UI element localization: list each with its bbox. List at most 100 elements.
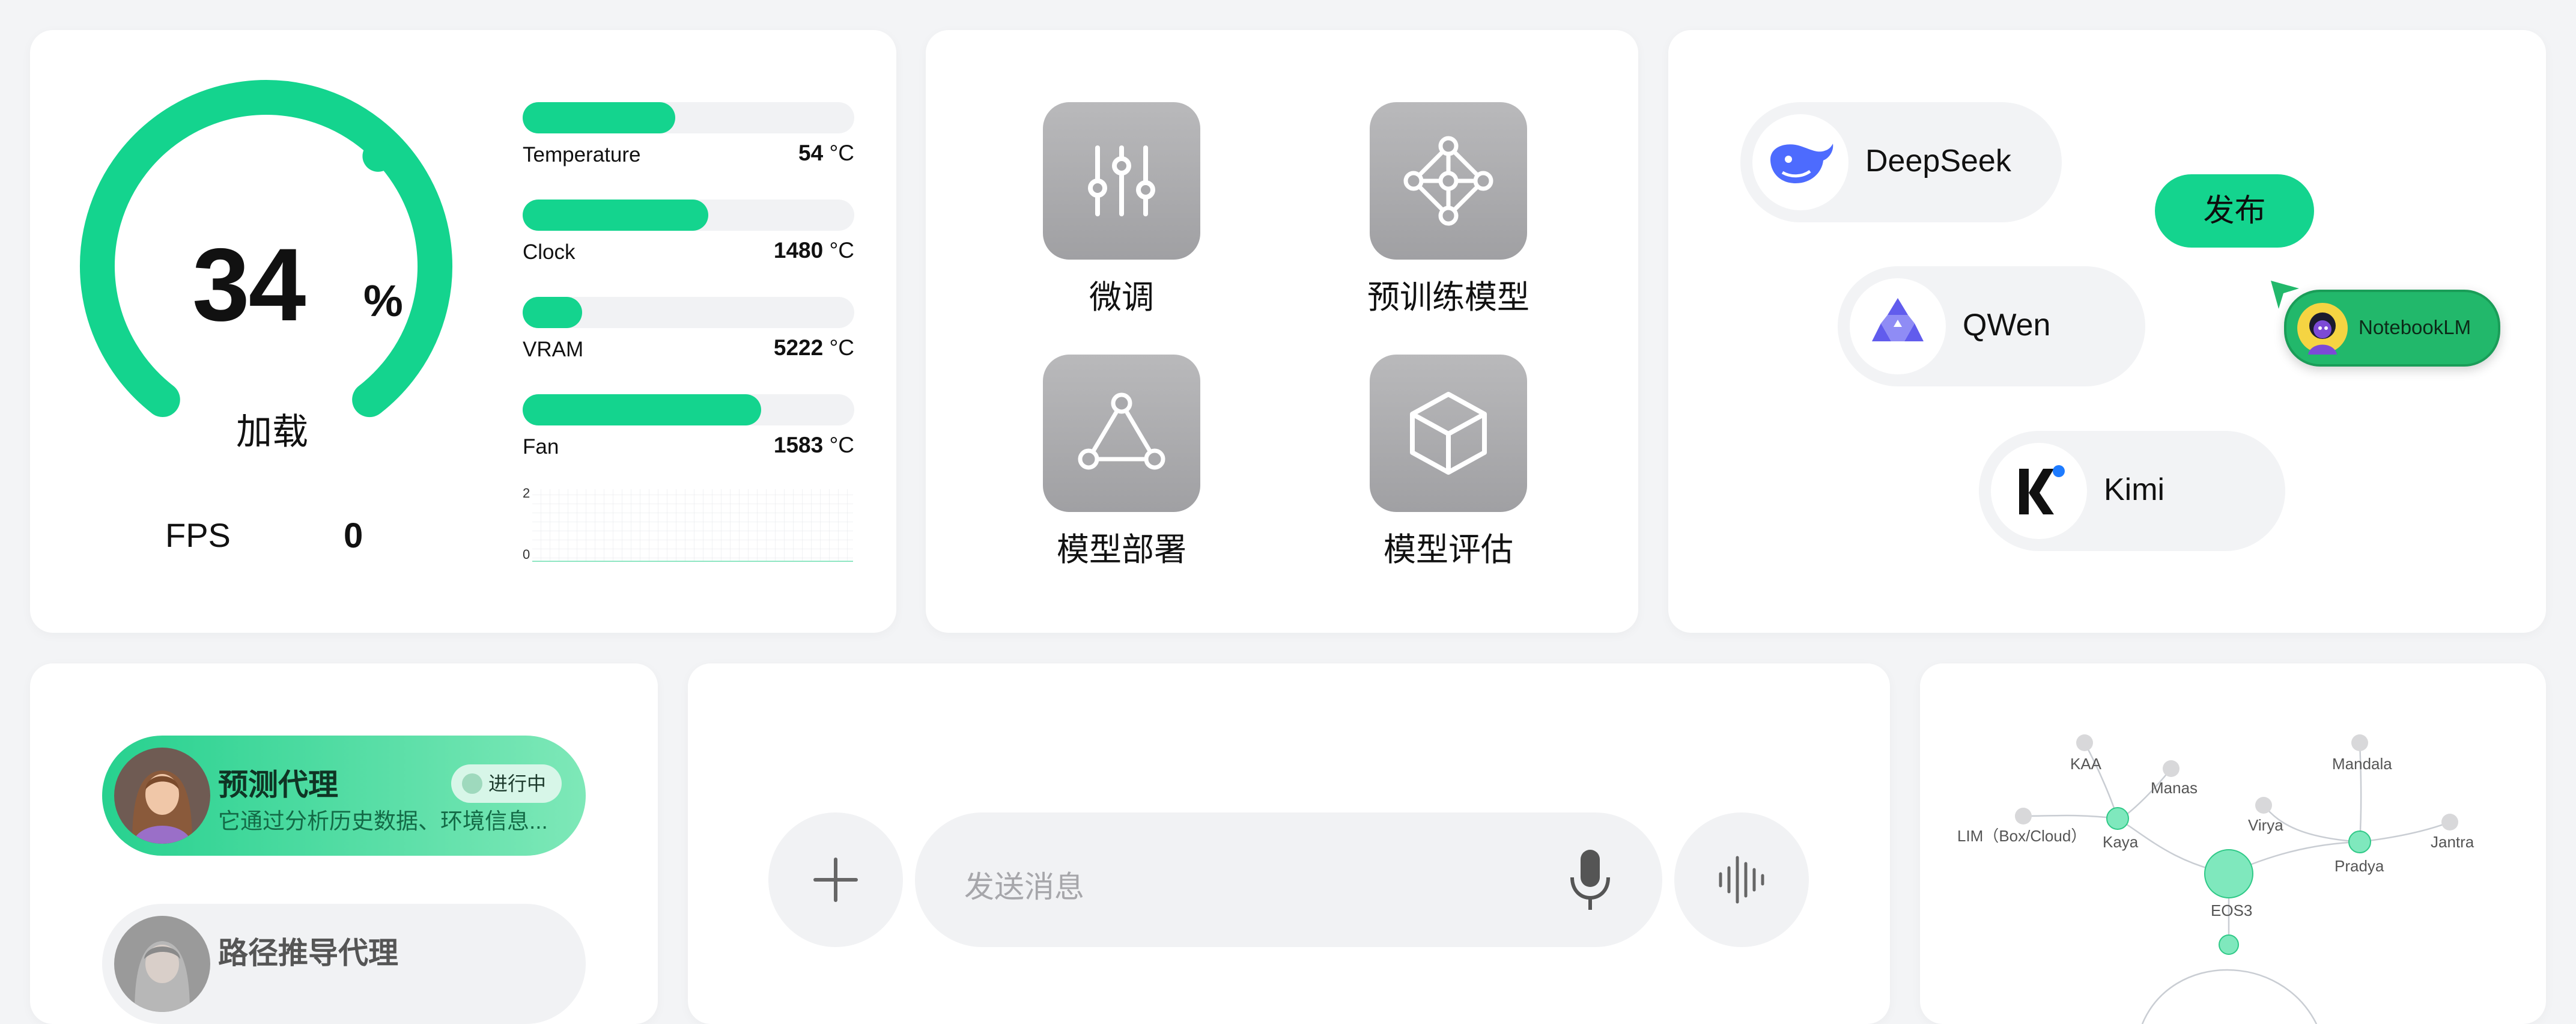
add-attachment-button[interactable] (768, 812, 903, 947)
metric-number: 54 (798, 141, 824, 165)
load-percentage-value: 34 (192, 227, 306, 343)
graph-node-active[interactable] (2219, 934, 2239, 955)
load-percentage-unit: % (363, 276, 403, 326)
graph-node-label: Manas (2151, 779, 2198, 797)
metric-name: Temperature (523, 143, 641, 166)
metric-temperature: Temperature 54 °C (523, 102, 854, 166)
tool-tile[interactable] (1043, 102, 1200, 260)
agent-item-prediction[interactable]: 预测代理 它通过分析历史数据、环境信息... 进行中 (102, 736, 586, 856)
tool-label: 模型部署 (1057, 532, 1186, 568)
message-input[interactable]: 发送消息 (915, 812, 1662, 947)
tool-tile[interactable] (1370, 355, 1527, 512)
tool-pretrained-model[interactable]: 预训练模型 (1349, 102, 1548, 318)
graph-node-label: Pradya (2334, 857, 2384, 875)
graph-node-label: LIM（Box/Cloud） (1957, 827, 2086, 845)
status-dot-icon (461, 773, 482, 794)
tool-fine-tune[interactable]: 微调 (1022, 102, 1221, 318)
graph-node[interactable] (2351, 734, 2368, 751)
agents-card: 预测代理 它通过分析历史数据、环境信息... 进行中 路径推导代理 (30, 663, 658, 1024)
model-deepseek[interactable]: DeepSeek (1740, 102, 2062, 222)
tool-label: 预训练模型 (1367, 279, 1530, 315)
tool-model-deploy[interactable]: 模型部署 (1022, 355, 1221, 570)
metric-track (523, 200, 854, 231)
graph-node-label: Kaya (2103, 833, 2139, 851)
metric-number: 1480 (773, 238, 824, 263)
metric-value: 1480 °C (774, 238, 854, 263)
model-name: QWen (1963, 308, 2051, 343)
metric-name: Clock (523, 240, 576, 264)
status-badge: 进行中 (451, 764, 562, 803)
models-card: DeepSeek QWen Kimi 发布 NotebookLM (1668, 30, 2546, 633)
metric-value: 5222 °C (774, 335, 854, 361)
fps-mini-chart: 2 0 (523, 486, 854, 567)
metric-track (523, 102, 854, 133)
graph-node-active[interactable] (2106, 807, 2129, 830)
tool-tile[interactable] (1043, 355, 1200, 512)
agent-avatar (114, 748, 210, 844)
publish-button[interactable]: 发布 (2155, 174, 2314, 248)
load-label: 加载 (236, 412, 308, 452)
metric-unit: °C (829, 141, 854, 165)
graph-node-label: EOS3 (2211, 901, 2252, 919)
model-qwen[interactable]: QWen (1838, 266, 2145, 386)
kimi-icon (1991, 443, 2087, 539)
microphone-icon[interactable] (1567, 847, 1613, 913)
metric-track (523, 394, 854, 425)
metric-value: 1583 °C (774, 433, 854, 458)
metric-track (523, 297, 854, 328)
knowledge-graph-card: KAA Manas LIM（Box/Cloud） Kaya Virya Mand… (1920, 663, 2546, 1024)
load-gauge-handle[interactable] (362, 140, 394, 172)
system-monitor-card: 34 % 加载 FPS 0 Temperature 54 °C Clock 14… (30, 30, 896, 633)
metric-bar-fill (523, 297, 583, 328)
model-notebooklm-dragging[interactable]: NotebookLM (2284, 290, 2500, 367)
model-name: NotebookLM (2359, 316, 2471, 338)
graph-node-label: KAA (2070, 755, 2102, 773)
qwen-icon (1850, 278, 1946, 374)
metric-number: 5222 (773, 335, 824, 360)
network-icon (1403, 136, 1493, 226)
mini-chart-grid (532, 489, 853, 562)
metric-fan: Fan 1583 °C (523, 394, 854, 459)
graph-node-label: Jantra (2431, 833, 2474, 851)
metric-value: 54 °C (798, 141, 854, 166)
metric-bar-fill (523, 394, 762, 425)
graph-node-label: Mandala (2332, 755, 2392, 773)
metric-name: Fan (523, 435, 559, 459)
agent-title: 预测代理 (218, 768, 338, 802)
graph-node-main[interactable] (2204, 849, 2253, 898)
metric-bar-fill (523, 102, 675, 133)
tools-card: 微调 预训练模型 模型部署 模型评估 (926, 30, 1638, 633)
knowledge-graph: KAA Manas LIM（Box/Cloud） Kaya Virya Mand… (1957, 734, 2474, 1024)
deepseek-whale-icon (1752, 114, 1848, 210)
graph-node[interactable] (2255, 797, 2272, 814)
metric-unit: °C (829, 335, 854, 360)
chat-card: 发送消息 (688, 663, 1890, 1024)
tool-label: 模型评估 (1384, 532, 1513, 568)
graph-node-label: Virya (2248, 816, 2283, 834)
metric-vram: VRAM 5222 °C (523, 297, 854, 361)
metric-bar-fill (523, 200, 709, 231)
message-input-placeholder: 发送消息 (964, 870, 1084, 904)
tool-model-evaluate[interactable]: 模型评估 (1349, 355, 1548, 570)
agent-description: 它通过分析历史数据、环境信息... (218, 809, 548, 834)
mini-chart-tick: 0 (523, 547, 530, 562)
agent-item-path[interactable]: 路径推导代理 (102, 904, 586, 1024)
metric-clock: Clock 1480 °C (523, 200, 854, 264)
tool-tile[interactable] (1370, 102, 1527, 260)
graph-node[interactable] (2441, 814, 2458, 830)
agent-title: 路径推导代理 (218, 936, 398, 970)
agent-avatar (114, 916, 210, 1012)
fps-label: FPS (165, 516, 231, 554)
graph-node[interactable] (2076, 734, 2093, 751)
voice-mode-button[interactable] (1674, 812, 1809, 947)
metric-number: 1583 (773, 433, 824, 457)
graph-node[interactable] (2015, 808, 2032, 824)
metric-unit: °C (829, 433, 854, 457)
sliders-icon (1088, 145, 1155, 216)
graph-node[interactable] (2163, 760, 2180, 777)
cube-icon (1410, 392, 1487, 475)
model-name: Kimi (2104, 472, 2165, 507)
graph-node-active[interactable] (2348, 830, 2371, 853)
model-kimi[interactable]: Kimi (1979, 431, 2285, 551)
model-name: DeepSeek (1865, 144, 2011, 178)
